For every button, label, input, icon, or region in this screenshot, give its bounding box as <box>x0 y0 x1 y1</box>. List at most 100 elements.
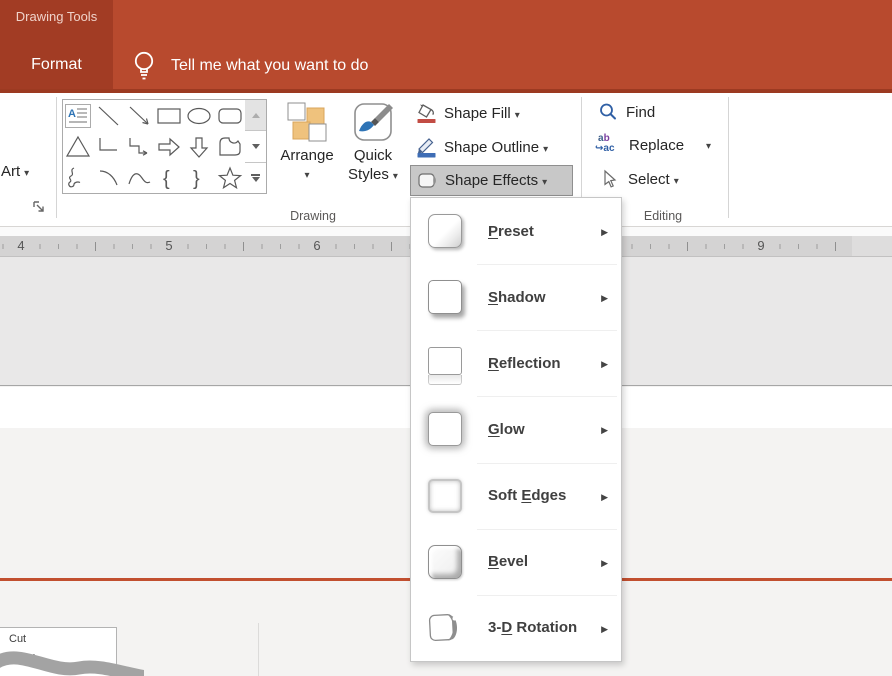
shape-outline-button[interactable]: Shape Outline <box>410 132 573 163</box>
shape-outline-icon <box>416 137 438 159</box>
shape-scribble-button[interactable] <box>63 162 93 193</box>
svg-text:A: A <box>68 108 76 120</box>
tab-format[interactable]: Format <box>0 56 113 74</box>
svg-text:{: { <box>163 168 170 190</box>
arrange-icon <box>283 98 331 146</box>
context-menu-item-cut[interactable]: Cut <box>9 632 116 646</box>
arrange-button[interactable]: Arrange <box>276 98 338 183</box>
shape-curve-button[interactable] <box>124 162 154 193</box>
find-icon <box>598 102 618 122</box>
lightbulb-icon <box>131 49 157 83</box>
quick-styles-label-line2: Styles <box>348 165 398 186</box>
replace-dropdown-caret <box>706 136 711 154</box>
submenu-arrow-icon <box>601 354 608 372</box>
shape-star-button[interactable] <box>215 162 245 193</box>
ruler-number: 6 <box>310 238 323 254</box>
wordart-partial-button[interactable]: Art <box>1 163 29 180</box>
shape-effects-button[interactable]: Shape Effects <box>410 165 573 196</box>
bevel-effect-icon <box>428 545 462 579</box>
rectangle-icon <box>155 103 183 129</box>
shape-fill-icon <box>416 103 438 125</box>
gallery-scroll-up-button[interactable] <box>245 100 266 131</box>
rounded-rectangle-icon <box>216 103 244 129</box>
select-cursor-icon <box>601 169 620 189</box>
shape-fill-button[interactable]: Shape Fill <box>410 98 573 129</box>
gallery-scrollbar <box>245 99 267 194</box>
submenu-arrow-icon <box>601 420 608 438</box>
scribble-icon <box>64 165 92 191</box>
shape-arrow-button[interactable] <box>124 100 154 131</box>
dialog-launcher-icon[interactable] <box>32 200 47 215</box>
right-arrow-icon <box>155 134 183 160</box>
powerpoint-window: Drawing Tools Format Tell me what you wa… <box>0 0 892 676</box>
slide-placeholder-edge <box>258 623 259 676</box>
shape-left-brace-button[interactable]: { <box>154 162 184 193</box>
replace-label: Replace <box>629 137 684 154</box>
menu-item-3d-rotation[interactable]: 3-D Rotation <box>411 595 621 661</box>
slide-wave-shape <box>0 646 144 676</box>
ruler-number: 4 <box>14 238 27 254</box>
svg-text:}: } <box>193 168 200 190</box>
star-icon <box>216 165 244 191</box>
shape-freeform-button[interactable] <box>215 131 245 162</box>
shape-right-brace-button[interactable]: } <box>184 162 214 193</box>
select-label: Select <box>628 171 679 188</box>
shape-arc-button[interactable] <box>93 162 123 193</box>
shape-rounded-rectangle-button[interactable] <box>215 100 245 131</box>
down-arrow-icon <box>252 144 260 149</box>
menu-item-reflection[interactable]: Reflection <box>411 330 621 396</box>
submenu-arrow-icon <box>601 553 608 571</box>
shape-triangle-button[interactable] <box>63 131 93 162</box>
shape-oval-button[interactable] <box>184 100 214 131</box>
shape-rectangle-button[interactable] <box>154 100 184 131</box>
select-button[interactable]: Select <box>601 169 679 189</box>
submenu-arrow-icon <box>601 487 608 505</box>
shadow-effect-icon <box>428 280 462 314</box>
menu-item-preset[interactable]: Preset <box>411 198 621 264</box>
gallery-scroll-down-button[interactable] <box>245 131 266 162</box>
up-arrow-icon <box>252 113 260 118</box>
curve-icon <box>125 165 153 191</box>
tell-me-text: Tell me what you want to do <box>171 57 368 75</box>
right-brace-icon: } <box>185 165 213 191</box>
group-separator <box>56 97 57 218</box>
menu-item-soft-edges[interactable]: Soft Edges <box>411 463 621 529</box>
shape-elbow-arrow-connector-button[interactable] <box>124 131 154 162</box>
arrow-icon <box>125 103 153 129</box>
quick-styles-button[interactable]: Quick Styles <box>338 98 408 186</box>
arc-icon <box>94 165 122 191</box>
find-button[interactable]: Find <box>598 102 655 122</box>
replace-button[interactable]: ab↪ac Replace <box>595 134 711 156</box>
glow-effect-icon <box>428 412 462 446</box>
shape-effects-label: Shape Effects <box>445 172 547 189</box>
ruler-number: 9 <box>754 238 767 254</box>
shape-fill-label: Shape Fill <box>444 105 520 122</box>
title-bar: Drawing Tools Format Tell me what you wa… <box>0 0 892 89</box>
shape-effects-menu: Preset Shadow Reflection Glow Soft Edges <box>410 197 622 662</box>
freeform-shape-icon <box>216 134 244 160</box>
elbow-arrow-connector-icon <box>125 134 153 160</box>
more-shapes-icon <box>251 174 260 182</box>
shape-down-arrow-button[interactable] <box>184 131 214 162</box>
menu-item-shadow[interactable]: Shadow <box>411 264 621 330</box>
submenu-arrow-icon <box>601 619 608 637</box>
submenu-arrow-icon <box>601 222 608 240</box>
tell-me-box[interactable]: Tell me what you want to do <box>131 48 368 84</box>
shape-elbow-connector-button[interactable] <box>93 131 123 162</box>
submenu-arrow-icon <box>601 288 608 306</box>
insert-shapes-gallery: A <box>62 99 246 194</box>
drawing-group-label: Drawing <box>268 209 358 223</box>
shape-right-arrow-button[interactable] <box>154 131 184 162</box>
3d-rotation-effect-icon <box>428 611 462 645</box>
contextual-tools-label: Drawing Tools <box>0 9 113 24</box>
arrange-dropdown-caret <box>304 165 309 183</box>
ruler-number: 5 <box>162 238 175 254</box>
menu-item-bevel[interactable]: Bevel <box>411 529 621 595</box>
gallery-more-button[interactable] <box>245 163 266 193</box>
find-label: Find <box>626 104 655 121</box>
replace-icon: ab↪ac <box>595 134 621 156</box>
shape-textbox-button[interactable]: A <box>63 100 93 131</box>
oval-icon <box>185 103 213 129</box>
shape-line-button[interactable] <box>93 100 123 131</box>
menu-item-glow[interactable]: Glow <box>411 396 621 462</box>
